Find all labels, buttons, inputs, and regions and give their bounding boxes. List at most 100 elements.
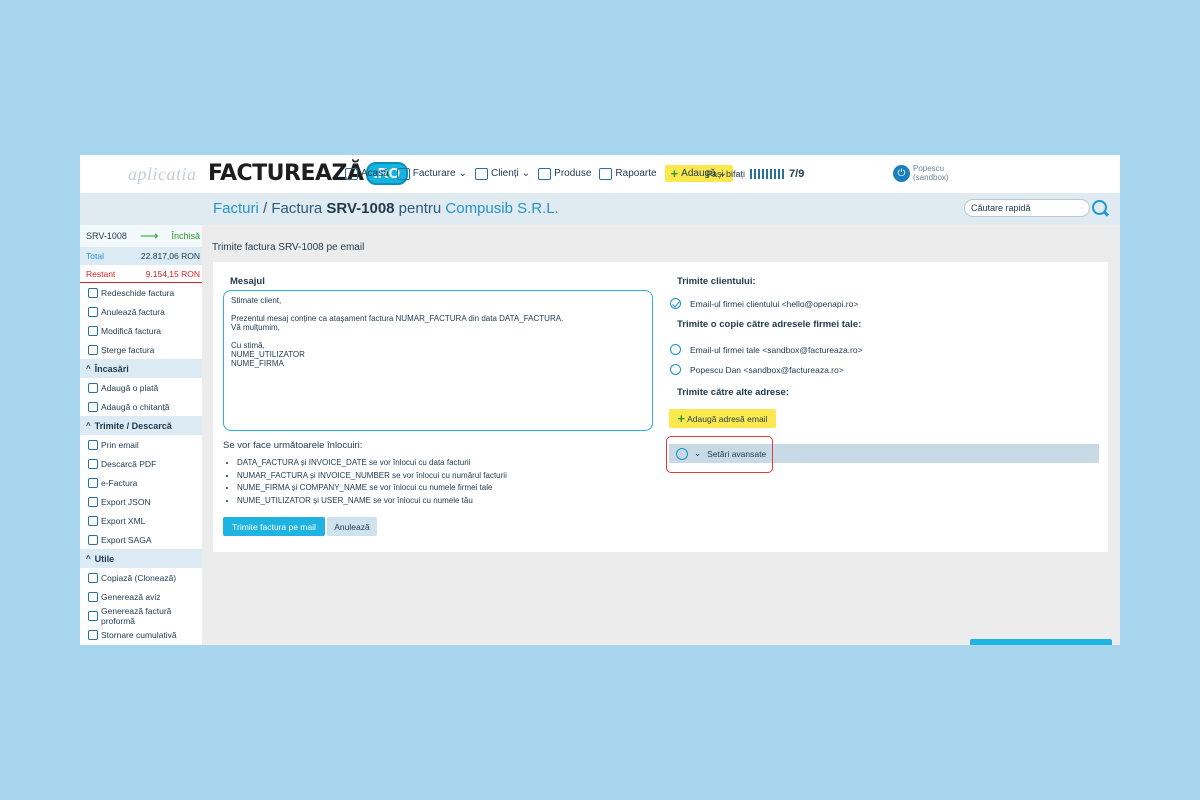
sidebar-item-adauga-chitanta[interactable]: Adaugă o chitanță (80, 397, 202, 416)
message-textarea[interactable]: Stimate client, Prezentul mesaj conține … (223, 290, 653, 431)
sidebar-item-xml[interactable]: Export XML (80, 511, 202, 530)
sidebar-section-trimite[interactable]: ^ Trimite / Descarcă (80, 416, 202, 435)
option-label: Popescu Dan <sandbox@factureaza.ro> (690, 364, 844, 375)
client-email-option[interactable]: Email-ul firmei clientului <hello@openap… (670, 298, 858, 309)
user-email-option[interactable]: Popescu Dan <sandbox@factureaza.ro> (670, 364, 844, 375)
receipt-icon (88, 401, 98, 412)
nav-produse[interactable]: Produse (538, 167, 592, 180)
nav-label: Acasă (361, 168, 389, 179)
sidebar-item-json[interactable]: Export JSON (80, 492, 202, 511)
sidebar-item-modifica[interactable]: Modifică factura (80, 321, 202, 340)
sidebar-item-proforma[interactable]: Generează factură proformă (80, 605, 202, 626)
steps-progress[interactable]: Pași bifați 7/9 (706, 168, 804, 180)
nav-clienti[interactable]: Clienți ⌄ (474, 167, 531, 180)
sidebar-item-saga[interactable]: Export SAGA (80, 530, 202, 549)
sidebar-item-email[interactable]: Prin email (80, 435, 202, 454)
chevron-down-icon: ⌄ (458, 168, 467, 179)
other-addresses-title: Trimite către alte adrese: (677, 387, 789, 398)
reopen-icon (88, 287, 98, 298)
sidebar-header: SRV-1008 ⟶ Închisă (80, 225, 202, 247)
quick-search-input[interactable] (964, 199, 1090, 217)
sidebar-item-aviz[interactable]: Generează aviz (80, 587, 202, 606)
replacements-title: Se vor face următoarele înlocuiri: (223, 440, 363, 451)
sidebar-item-label: Generează factură proformă (101, 605, 172, 626)
message-label: Mesajul (230, 276, 265, 287)
proforma-icon (88, 610, 98, 621)
nav-acasa[interactable]: Acasă (345, 167, 389, 180)
user-name: Popescu (913, 164, 945, 173)
invoice-icon (396, 167, 410, 180)
nav-label: Produse (554, 168, 592, 179)
chevron-down-icon: ⌄ (521, 168, 531, 179)
plus-icon: + (677, 410, 686, 426)
sidebar-item-efactura[interactable]: e-Factura (80, 473, 202, 492)
steps-label: Pași bifați (706, 169, 746, 179)
sidebar-item-label: Adaugă o chitanță (101, 401, 170, 412)
list-item: NUMAR_FACTURA și INVOICE_NUMBER se vor î… (237, 470, 507, 483)
send-email-button[interactable]: Trimite factura pe mail (223, 517, 325, 536)
floating-action-button[interactable] (970, 639, 1112, 645)
sidebar-item-stornare[interactable]: Stornare cumulativă (80, 625, 202, 644)
user-menu[interactable]: ⏻ Popescu (sandbox) (893, 164, 949, 182)
payment-icon (88, 382, 98, 393)
sidebar-item-label: e-Factura (101, 477, 138, 488)
sidebar-item-sterge[interactable]: Șterge factura (80, 340, 202, 359)
panel-title: Trimite factura SRV-1008 pe email (212, 242, 365, 253)
check-circle-icon[interactable] (670, 298, 681, 309)
radio-circle-icon[interactable] (670, 364, 681, 375)
reports-icon (599, 167, 613, 180)
replacements-list: DATA_FACTURA și INVOICE_DATE se vor înlo… (237, 457, 507, 507)
nav-facturare[interactable]: Facturare ⌄ (396, 167, 467, 180)
breadcrumb-facturi[interactable]: Facturi (213, 200, 259, 217)
search-icon[interactable] (1092, 200, 1107, 215)
breadcrumb-bar: Facturi / Factura SRV-1008 pentru Compus… (80, 193, 1120, 225)
email-panel: Mesajul Stimate client, Prezentul mesaj … (213, 262, 1108, 552)
email-icon (88, 439, 98, 450)
add-email-button[interactable]: + Adaugă adresă email (669, 409, 776, 428)
highlight-annotation (666, 436, 773, 473)
total-value: 22.817,06 RON (140, 251, 200, 261)
breadcrumb-client[interactable]: Compusib S.R.L. (445, 200, 558, 217)
pdf-icon (88, 458, 98, 469)
breadcrumb-pentru: pentru (398, 200, 442, 217)
sidebar-item-anuleaza[interactable]: Anulează factura (80, 302, 202, 321)
section-label: Utile (94, 553, 115, 564)
sidebar-item-pdf[interactable]: Descarcă PDF (80, 454, 202, 473)
sidebar-item-copiaza[interactable]: Copiază (Clonează) (80, 568, 202, 587)
steps-bars (750, 169, 785, 179)
edit-icon (88, 325, 98, 336)
nav-label: Rapoarte (615, 168, 657, 179)
sidebar-section-incasari[interactable]: ^ Încasări (80, 359, 202, 378)
cancel-button[interactable]: Anulează (327, 517, 377, 536)
radio-circle-icon[interactable] (670, 344, 681, 355)
sidebar-section-utile[interactable]: ^ Utile (80, 549, 202, 568)
plus-icon: + (670, 165, 679, 181)
steps-count: 7/9 (789, 168, 805, 180)
power-icon[interactable]: ⏻ (893, 164, 910, 182)
aplicatia-brand[interactable]: aplicatia (128, 164, 197, 185)
breadcrumb-invoice-number: SRV-1008 (326, 200, 395, 217)
sidebar-item-label: Stornare cumulativă (101, 629, 177, 640)
option-label: Email-ul firmei tale <sandbox@factureaza… (690, 344, 863, 355)
sidebar-item-label: Export SAGA (101, 534, 152, 545)
nav-rapoarte[interactable]: Rapoarte (599, 167, 657, 180)
sidebar-item-adauga-plata[interactable]: Adaugă o plată (80, 378, 202, 397)
copy-icon (88, 572, 98, 583)
list-item: NUME_UTILIZATOR și USER_NAME se vor înlo… (237, 495, 507, 508)
invoice-sidebar: SRV-1008 ⟶ Închisă Total 22.817,06 RON R… (80, 225, 202, 645)
sidebar-item-label: Generează aviz (101, 591, 161, 602)
cancel-icon (88, 306, 98, 317)
breadcrumb: Facturi / Factura SRV-1008 pentru Compus… (213, 200, 559, 217)
xml-icon (88, 515, 98, 526)
efactura-icon (88, 477, 98, 488)
trash-icon (88, 344, 98, 355)
sidebar-item-label: Copiază (Clonează) (101, 572, 177, 583)
company-email-option[interactable]: Email-ul firmei tale <sandbox@factureaza… (670, 344, 863, 355)
list-item: DATA_FACTURA și INVOICE_DATE se vor înlo… (237, 457, 507, 470)
sidebar-restant: Restant 9.154,15 RON (80, 265, 202, 283)
sidebar-item-redeschide[interactable]: Redeschide factura (80, 283, 202, 302)
storno-icon (88, 629, 98, 640)
sidebar-item-label: Export JSON (101, 496, 151, 507)
sidebar-status: Închisă (171, 231, 200, 241)
main-menu: Acasă Facturare ⌄ Clienți ⌄ Produse Rapoar… (345, 165, 734, 182)
